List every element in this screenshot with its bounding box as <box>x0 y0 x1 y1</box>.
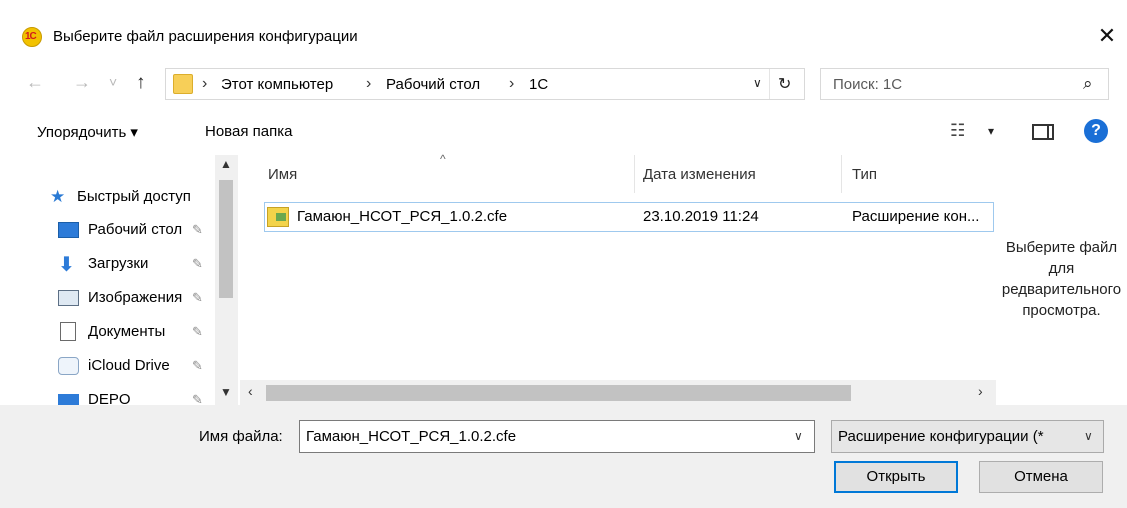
bottom-bar: Имя файла: ∨ Расширение конфигурации (* … <box>0 405 1127 508</box>
address-bar[interactable]: › Этот компьютер › Рабочий стол › 1С ∨ ↻ <box>165 68 805 100</box>
pin-icon[interactable]: ✎ <box>192 358 203 374</box>
folder-icon <box>173 74 193 94</box>
breadcrumb-desktop[interactable]: Рабочий стол <box>386 76 480 93</box>
sidebar-item-documents[interactable]: Документы ✎ <box>0 320 220 348</box>
app-icon-text: 1С <box>25 31 37 42</box>
preview-message: Выберите файл для редварительного просмо… <box>1001 239 1122 319</box>
address-divider <box>769 69 770 99</box>
breadcrumb-separator: › <box>202 75 208 92</box>
pictures-icon <box>58 290 79 306</box>
column-header-label: Имя <box>268 166 298 183</box>
search-box[interactable]: ⌕ <box>820 68 1109 100</box>
window-title: Выберите файл расширения конфигурации <box>53 28 358 45</box>
recent-locations-icon[interactable]: ˅ <box>109 74 117 90</box>
close-icon[interactable]: ✕ <box>1090 20 1124 52</box>
column-header-name[interactable]: Имя ^ <box>240 152 635 193</box>
sidebar-item-icloud[interactable]: iCloud Drive ✎ <box>0 354 220 382</box>
pin-icon[interactable]: ✎ <box>192 222 203 238</box>
pin-icon[interactable]: ✎ <box>192 256 203 272</box>
sort-ascending-icon: ^ <box>440 152 446 166</box>
new-folder-button[interactable]: Новая папка <box>205 123 292 140</box>
sidebar-item-label: Рабочий стол <box>88 221 183 238</box>
filename-combobox[interactable]: ∨ <box>299 420 815 453</box>
filetype-select[interactable]: Расширение конфигурации (* ∨ <box>831 420 1104 453</box>
file-name: Гамаюн_НСОТ_РСЯ_1.0.2.cfe <box>297 208 508 225</box>
sidebar-item-label: Изображения <box>88 289 183 306</box>
cancel-button[interactable]: Отмена <box>979 461 1103 493</box>
search-icon[interactable]: ⌕ <box>1083 74 1093 94</box>
column-header-type[interactable]: Тип <box>842 155 996 193</box>
search-input[interactable] <box>821 69 1071 99</box>
scroll-down-icon[interactable]: ▼ <box>220 385 232 399</box>
column-header-label: Дата изменения <box>643 166 756 183</box>
star-icon: ★ <box>50 187 66 206</box>
pin-icon[interactable]: ✎ <box>192 324 203 340</box>
organize-button[interactable]: Упорядочить ▾ <box>37 123 138 141</box>
breadcrumb-separator: › <box>366 75 372 92</box>
desktop-icon <box>58 222 79 238</box>
file-date: 23.10.2019 11:24 <box>643 208 759 225</box>
chevron-down-icon[interactable]: ∨ <box>1084 429 1093 443</box>
sidebar-item-quick-access[interactable]: ★ Быстрый доступ <box>0 185 220 213</box>
navigation-pane: ★ Быстрый доступ Рабочий стол ✎ ⬇ Загруз… <box>0 155 238 405</box>
forward-arrow-icon[interactable]: → <box>73 72 91 93</box>
back-arrow-icon[interactable]: ← <box>26 72 44 93</box>
download-icon: ⬇ <box>58 254 75 276</box>
sidebar-item-desktop[interactable]: Рабочий стол ✎ <box>0 218 220 246</box>
open-button[interactable]: Открыть <box>834 461 958 493</box>
breadcrumb-separator: › <box>509 75 515 92</box>
chevron-down-icon[interactable]: ∨ <box>794 429 803 443</box>
table-row[interactable]: Гамаюн_НСОТ_РСЯ_1.0.2.cfe 23.10.2019 11:… <box>264 202 994 232</box>
file-list-scrollbar[interactable]: ‹ › <box>240 380 996 405</box>
file-open-dialog: 1С Выберите файл расширения конфигурации… <box>0 0 1127 508</box>
sidebar-item-label: iCloud Drive <box>88 357 170 374</box>
scroll-up-icon[interactable]: ▲ <box>220 157 232 171</box>
view-options-icon[interactable]: ☷ <box>950 121 965 141</box>
scrollbar-thumb[interactable] <box>219 180 233 298</box>
address-dropdown-icon[interactable]: ∨ <box>753 76 762 90</box>
documents-icon <box>60 322 76 341</box>
cloud-icon <box>58 357 79 375</box>
refresh-icon[interactable]: ↻ <box>778 74 791 94</box>
sidebar-item-label: Документы <box>88 323 166 340</box>
column-header-date[interactable]: Дата изменения <box>635 155 842 193</box>
view-dropdown-icon[interactable]: ▾ <box>988 124 994 138</box>
filename-label: Имя файла: <box>199 428 283 445</box>
file-list: Имя ^ Дата изменения Тип Гамаюн_НСОТ_РСЯ… <box>240 152 996 405</box>
scrollbar-thumb[interactable] <box>266 385 851 401</box>
help-icon[interactable]: ? <box>1084 119 1108 143</box>
sidebar-item-pictures[interactable]: Изображения ✎ <box>0 286 220 314</box>
sidebar-item-downloads[interactable]: ⬇ Загрузки ✎ <box>0 252 220 280</box>
preview-pane: Выберите файл для редварительного просмо… <box>996 155 1127 405</box>
navigation-scrollbar[interactable]: ▲ ▼ <box>215 155 238 405</box>
preview-pane-icon[interactable] <box>1032 124 1054 140</box>
title-bar: 1С Выберите файл расширения конфигурации… <box>0 0 1127 48</box>
breadcrumb-this-pc[interactable]: Этот компьютер <box>221 76 333 93</box>
pin-icon[interactable]: ✎ <box>192 392 203 405</box>
column-header-label: Тип <box>852 166 878 183</box>
sidebar-item-label: DEPO <box>88 391 131 405</box>
up-arrow-icon[interactable]: ↑ <box>136 72 146 94</box>
app-1c-icon: 1С <box>22 27 42 47</box>
filetype-value: Расширение конфигурации (* <box>838 428 1044 445</box>
sidebar-item-depo[interactable]: DEPO ✎ <box>0 388 220 405</box>
cfe-file-icon <box>267 207 289 227</box>
scroll-left-icon[interactable]: ‹ <box>248 383 253 399</box>
breadcrumb-1c[interactable]: 1С <box>529 76 548 93</box>
file-type: Расширение кон... <box>852 208 980 225</box>
filename-input[interactable] <box>300 421 780 452</box>
pin-icon[interactable]: ✎ <box>192 290 203 306</box>
scroll-right-icon[interactable]: › <box>978 383 983 399</box>
folder-icon <box>58 394 79 405</box>
sidebar-item-label: Загрузки <box>88 255 149 272</box>
sidebar-item-label: Быстрый доступ <box>77 188 191 205</box>
